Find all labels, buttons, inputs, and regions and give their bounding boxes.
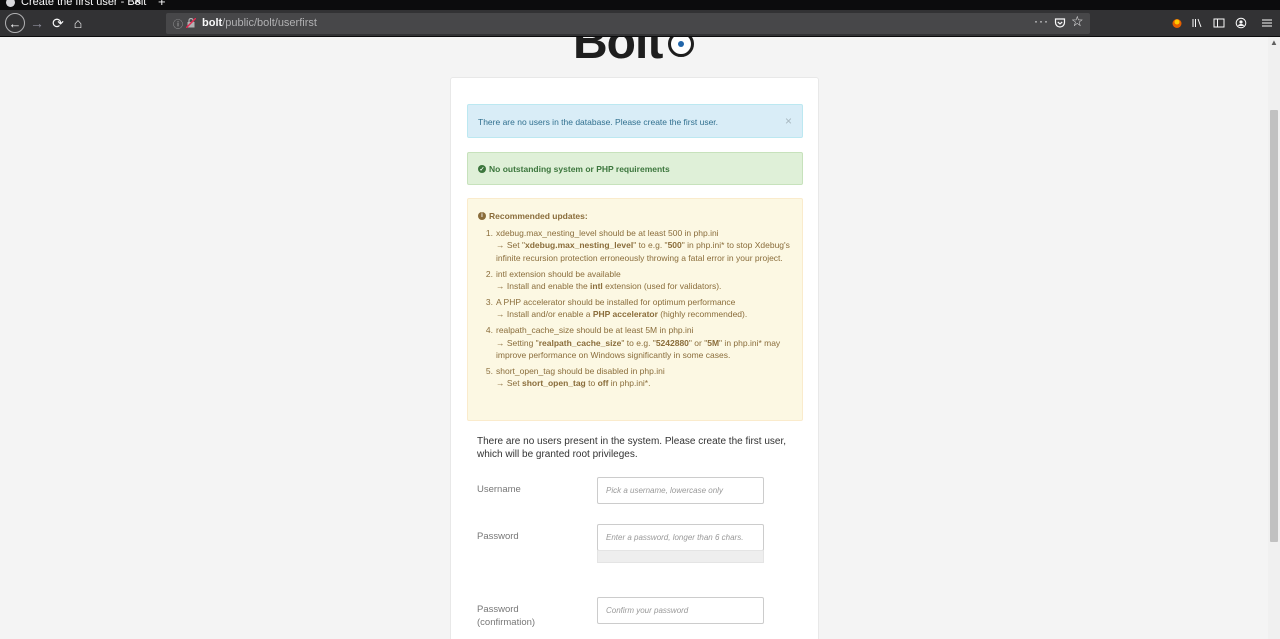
sidebar-icon[interactable] xyxy=(1212,16,1226,30)
url-text[interactable]: bolt/public/bolt/userfirst xyxy=(202,17,317,29)
list-item: 1. xdebug.max_nesting_level should be at… xyxy=(485,228,790,263)
back-arrow-icon[interactable]: ← xyxy=(5,13,25,33)
list-item: 3. A PHP accelerator should be installed… xyxy=(485,297,748,320)
password-confirmation-label: Password (confirmation) xyxy=(477,604,536,628)
recommendations-list: 1. xdebug.max_nesting_level should be at… xyxy=(478,227,798,393)
tab-strip: Create the first user - Bolt ✕ + xyxy=(0,0,1280,10)
password-confirmation-input[interactable] xyxy=(597,597,764,624)
menu-hamburger-icon[interactable] xyxy=(1260,16,1274,30)
form-intro-text: There are no users present in the system… xyxy=(477,436,787,460)
reload-icon[interactable]: ⟳ xyxy=(48,13,68,33)
close-icon[interactable]: × xyxy=(785,114,792,128)
insecure-lock-icon[interactable] xyxy=(186,18,196,28)
info-alert: There are no users in the database. Plea… xyxy=(467,104,803,138)
list-item: 5. short_open_tag should be disabled in … xyxy=(485,366,665,389)
success-alert: ✓ No outstanding system or PHP requireme… xyxy=(467,152,803,185)
info-alert-text: There are no users in the database. Plea… xyxy=(478,117,719,127)
extension-fox-icon[interactable] xyxy=(1170,16,1184,30)
browser-tab[interactable]: Create the first user - Bolt ✕ xyxy=(0,0,150,10)
setup-card: There are no users in the database. Plea… xyxy=(450,77,819,639)
account-icon[interactable] xyxy=(1234,16,1248,30)
username-label: Username xyxy=(477,484,521,495)
password-input[interactable] xyxy=(597,524,764,551)
password-label: Password xyxy=(477,531,519,542)
tab-title: Create the first user - Bolt xyxy=(21,0,147,8)
scroll-up-arrow-icon[interactable]: ▲ xyxy=(1268,37,1280,49)
tab-favicon-icon xyxy=(6,0,15,7)
tab-close-icon[interactable]: ✕ xyxy=(133,0,142,8)
page-viewport: Bolt There are no users in the database.… xyxy=(0,37,1268,639)
new-tab-icon[interactable]: + xyxy=(158,0,166,9)
info-icon[interactable]: ⓘ xyxy=(173,16,183,31)
scrollbar-thumb[interactable] xyxy=(1270,110,1278,542)
home-icon[interactable]: ⌂ xyxy=(68,13,88,33)
success-alert-text: No outstanding system or PHP requirement… xyxy=(489,164,670,174)
warning-alert: i Recommended updates: 1. xdebug.max_nes… xyxy=(467,198,803,421)
username-input[interactable] xyxy=(597,477,764,504)
address-bar[interactable]: ⓘ bolt/public/bolt/userfirst ··· ☆ xyxy=(166,13,1090,34)
bolt-logo-mark-icon xyxy=(668,37,694,57)
warning-title: Recommended updates: xyxy=(489,211,588,221)
bolt-logo: Bolt xyxy=(573,37,663,69)
list-item: 4. realpath_cache_size should be at leas… xyxy=(485,325,781,361)
check-circle-icon: ✓ xyxy=(478,165,486,173)
password-strength-meter xyxy=(597,550,764,563)
forward-arrow-icon[interactable]: → xyxy=(27,13,47,33)
list-item: 2. intl extension should be available → I… xyxy=(485,268,722,292)
info-circle-icon: i xyxy=(478,212,486,220)
library-icon[interactable] xyxy=(1190,16,1204,30)
browser-toolbar: ← → ⟳ ⌂ ⓘ bolt/public/bolt/userfirst ···… xyxy=(0,10,1280,37)
bookmark-star-icon[interactable]: ☆ xyxy=(1071,13,1084,30)
page-actions-icon[interactable]: ··· xyxy=(1034,14,1049,28)
pocket-icon[interactable] xyxy=(1054,17,1066,29)
